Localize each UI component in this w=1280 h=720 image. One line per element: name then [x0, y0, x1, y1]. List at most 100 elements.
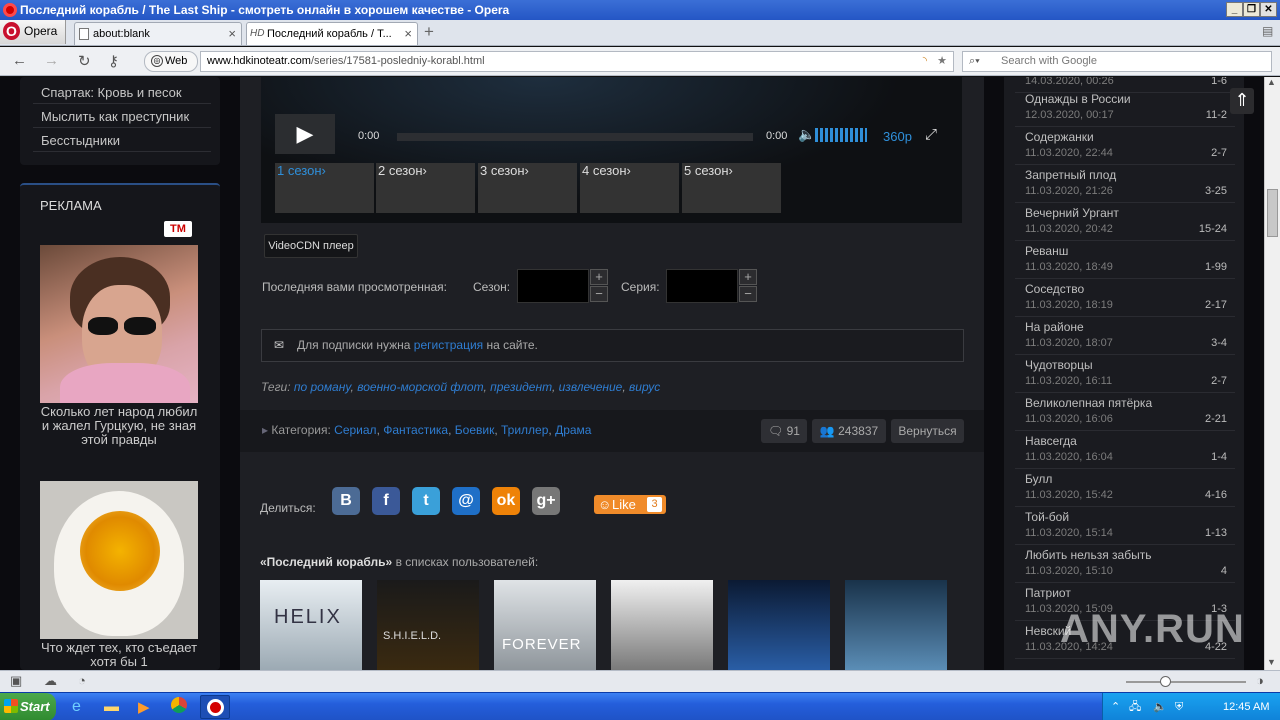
poster-helix[interactable]: HELIX [260, 580, 362, 670]
start-button[interactable]: Start [0, 693, 56, 720]
category-link[interactable]: Сериал [334, 423, 376, 437]
recent-item[interactable]: На районе 11.03.2020, 18:07 3-4 [1015, 318, 1235, 355]
close-tab-icon[interactable]: × [404, 23, 412, 45]
volume-tray-icon[interactable]: 🔈 [1153, 693, 1167, 720]
ad2-caption[interactable]: Что ждет тех, кто съедает хотя бы 1 [40, 641, 198, 669]
category-link[interactable]: Драма [555, 423, 591, 437]
close-tab-icon[interactable]: × [228, 23, 236, 45]
clock[interactable]: 12:45 AM [1223, 693, 1269, 720]
address-field[interactable]: www.hdkinoteatr.com/series/17581-posledn… [200, 51, 954, 72]
tag-link[interactable]: извлечение [559, 380, 623, 394]
tab-about-blank[interactable]: about:blank × [74, 22, 242, 45]
volume-icon[interactable]: 🔈 [798, 126, 815, 143]
panel-toggle-icon[interactable]: ▣ [10, 673, 22, 689]
ie-icon[interactable]: e [72, 698, 81, 716]
tag-link[interactable]: по роману [294, 380, 351, 394]
left-menu-item[interactable]: Мыслить как преступник [33, 106, 211, 128]
recent-item[interactable]: Навсегда 11.03.2020, 16:04 1-4 [1015, 432, 1235, 469]
videocdn-player-button[interactable]: VideoCDN плеер [264, 234, 358, 258]
network-icon[interactable]: 🖧 [1129, 693, 1141, 720]
poster-5[interactable] [728, 580, 830, 670]
scroll-down-arrow-icon[interactable]: ▼ [1267, 657, 1276, 667]
recent-item[interactable]: Запретный плод 11.03.2020, 21:26 3-25 [1015, 166, 1235, 203]
season-minus-button[interactable]: − [590, 286, 608, 302]
like-button[interactable]: ☺ Like 3 [594, 495, 666, 514]
ad1-caption[interactable]: Сколько лет народ любил и жалел Гурцкую,… [40, 405, 198, 447]
episode-input[interactable] [666, 269, 738, 303]
googleplus-share-icon[interactable]: g+ [532, 487, 560, 515]
recent-item[interactable]: Чудотворцы 11.03.2020, 16:11 2-7 [1015, 356, 1235, 393]
page-scrollbar[interactable]: ▲ ▼ [1264, 77, 1280, 670]
season-tab-1[interactable]: 1 сезон› [275, 163, 374, 213]
episode-minus-button[interactable]: − [739, 286, 757, 302]
chrome-icon[interactable] [171, 697, 187, 713]
poster-forever[interactable]: FOREVER [494, 580, 596, 670]
recent-item[interactable]: Великолепная пятёрка 11.03.2020, 16:06 2-2… [1015, 394, 1235, 431]
odnoklassniki-share-icon[interactable]: ok [492, 487, 520, 515]
zoom-slider-knob[interactable] [1160, 676, 1171, 687]
play-button[interactable]: ▶ [275, 114, 335, 154]
web-security-badge[interactable]: ◎ Web [144, 51, 198, 72]
scroll-to-top-icon[interactable]: ⇑ [1230, 88, 1254, 114]
recent-item[interactable]: Любить нельзя забыть 11.03.2020, 15:10 4 [1015, 546, 1235, 583]
poster-6[interactable] [845, 580, 947, 670]
scrollbar-thumb[interactable] [1267, 189, 1278, 237]
tab-last-ship[interactable]: HD Последний корабль / T... × [246, 22, 418, 45]
media-player-icon[interactable]: ▶ [138, 698, 150, 716]
tag-link[interactable]: вирус [629, 380, 660, 394]
tag-link[interactable]: президент [490, 380, 552, 394]
tray-expand-icon[interactable]: ⌃ [1111, 693, 1120, 720]
recent-item[interactable]: Реванш 11.03.2020, 18:49 1-99 [1015, 242, 1235, 279]
speed-dial-icon[interactable]: ◔ [78, 673, 86, 688]
poster-4[interactable] [611, 580, 713, 670]
ad-image-egg[interactable] [40, 481, 198, 639]
opera-menu-button[interactable]: O Opera [0, 20, 66, 44]
shield-tray-icon[interactable]: ⛨ [1175, 693, 1183, 720]
season-input[interactable] [517, 269, 589, 303]
back-button[interactable]: Вернуться [891, 419, 964, 443]
volume-slider[interactable] [815, 128, 867, 142]
season-tab-2[interactable]: 2 сезон› [376, 163, 475, 213]
twitter-share-icon[interactable]: t [412, 487, 440, 515]
back-arrow-icon[interactable]: ← [12, 52, 27, 69]
search-field[interactable]: ⌕▾ Search with Google [962, 51, 1272, 72]
rss-icon[interactable]: ◝ [923, 52, 927, 71]
quality-selector[interactable]: 360p [883, 129, 912, 144]
key-icon[interactable]: ⚷ [108, 52, 119, 70]
recent-item[interactable]: Содержанки 11.03.2020, 22:44 2-7 [1015, 128, 1235, 165]
recent-item[interactable]: Той-бой 11.03.2020, 15:14 1-13 [1015, 508, 1235, 545]
category-link[interactable]: Боевик [455, 423, 495, 437]
bookmark-star-icon[interactable]: ★ [937, 52, 947, 71]
category-link[interactable]: Триллер [501, 423, 548, 437]
ad-image-woman[interactable] [40, 245, 198, 403]
zoom-reset-icon[interactable]: ◑ [1256, 673, 1264, 688]
mailru-share-icon[interactable]: @ [452, 487, 480, 515]
episode-plus-button[interactable]: + [739, 269, 757, 285]
recent-item[interactable]: Булл 11.03.2020, 15:42 4-16 [1015, 470, 1235, 507]
tag-link[interactable]: военно-морской флот [357, 380, 483, 394]
registration-link[interactable]: регистрация [414, 338, 483, 352]
season-plus-button[interactable]: + [590, 269, 608, 285]
season-tab-4[interactable]: 4 сезон› [580, 163, 679, 213]
restore-button[interactable]: ❐ [1243, 2, 1260, 17]
recent-item[interactable]: Соседство 11.03.2020, 18:19 2-17 [1015, 280, 1235, 317]
left-menu-item[interactable]: Спартак: Кровь и песок [33, 82, 211, 104]
recent-item[interactable]: Однажды в России 12.03.2020, 00:17 11-2 [1015, 90, 1235, 127]
scroll-up-arrow-icon[interactable]: ▲ [1267, 77, 1276, 87]
vk-share-icon[interactable]: B [332, 487, 360, 515]
fullscreen-icon[interactable]: ⤢ [925, 126, 937, 143]
season-tab-5[interactable]: 5 сезон› [682, 163, 781, 213]
comments-count-button[interactable]: 🗨 91 [761, 419, 807, 443]
turbo-cloud-icon[interactable]: ☁ [44, 673, 57, 689]
tab-menu-icon[interactable]: ▤ [1262, 24, 1273, 38]
minimize-button[interactable]: _ [1226, 2, 1243, 17]
folder-icon[interactable]: ▬ [104, 698, 119, 715]
zoom-slider[interactable] [1126, 676, 1246, 687]
progress-bar[interactable] [397, 133, 753, 141]
facebook-share-icon[interactable]: f [372, 487, 400, 515]
left-menu-item[interactable]: Бесстыдники [33, 130, 211, 152]
season-tab-3[interactable]: 3 сезон› [478, 163, 577, 213]
close-button[interactable]: ✕ [1260, 2, 1277, 17]
forward-arrow-icon[interactable]: → [44, 52, 59, 69]
new-tab-button[interactable]: + [424, 22, 434, 42]
